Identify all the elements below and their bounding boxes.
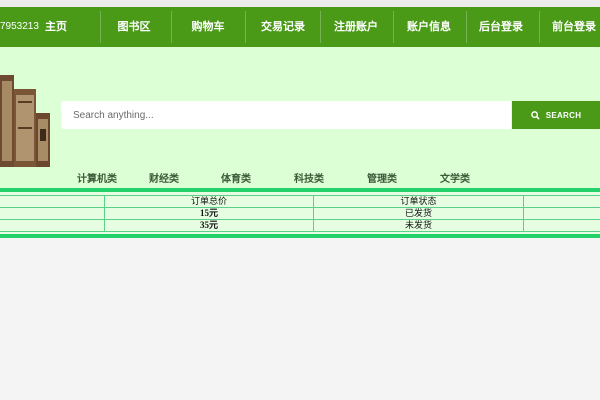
nav-divider	[393, 11, 394, 43]
search-button-label: SEARCH	[545, 110, 582, 120]
order-status: 已发货	[313, 207, 524, 220]
nav-register[interactable]: 注册账户	[322, 7, 390, 47]
nav-orders[interactable]: 交易记录	[247, 7, 319, 47]
table-header-row: 订单总价 订单状态	[0, 195, 600, 208]
nav-books[interactable]: 图书区	[102, 7, 166, 47]
search-icon	[530, 110, 540, 120]
orders-table-area: 订单总价 订单状态 15元 已发货 35元 未发货	[0, 192, 600, 234]
table-header-status: 订单状态	[313, 195, 524, 208]
order-status: 未发货	[313, 219, 524, 232]
nav-divider	[245, 11, 246, 43]
category-finance[interactable]: 财经类	[149, 170, 179, 185]
table-row: 15元 已发货	[0, 207, 600, 220]
table-row: 35元 未发货	[0, 219, 600, 232]
category-technology[interactable]: 科技类	[294, 170, 324, 185]
category-literature[interactable]: 文学类	[440, 170, 470, 185]
nav-divider	[320, 11, 321, 43]
nav-divider	[466, 11, 467, 43]
main-navbar: 7953213 主页 图书区 购物车 交易记录 注册账户 账户信息 后台登录 前…	[0, 7, 600, 47]
order-total: 35元	[104, 219, 314, 232]
nav-home[interactable]: 主页	[34, 7, 78, 47]
search-input[interactable]	[61, 101, 511, 129]
table-cell	[523, 219, 600, 232]
nav-divider	[100, 11, 101, 43]
hero-banner: SEARCH 计算机类 财经类 体育类 科技类 管理类 文学类	[0, 47, 600, 188]
category-sports[interactable]: 体育类	[221, 170, 251, 185]
books-stack-image	[0, 75, 50, 167]
table-header-cell	[0, 195, 105, 208]
nav-divider	[539, 11, 540, 43]
category-management[interactable]: 管理类	[367, 170, 397, 185]
table-cell	[0, 219, 105, 232]
top-strip	[0, 0, 600, 7]
nav-admin-login[interactable]: 后台登录	[468, 7, 534, 47]
table-bottom-separator	[0, 234, 600, 238]
table-cell	[523, 207, 600, 220]
orders-table: 订单总价 订单状态 15元 已发货 35元 未发货	[0, 195, 600, 232]
table-cell	[0, 207, 105, 220]
table-header-total: 订单总价	[104, 195, 314, 208]
search-button[interactable]: SEARCH	[512, 101, 600, 129]
nav-cart[interactable]: 购物车	[173, 7, 243, 47]
nav-divider	[171, 11, 172, 43]
order-total: 15元	[104, 207, 314, 220]
table-header-cell	[523, 195, 600, 208]
nav-user-login[interactable]: 前台登录	[541, 7, 600, 47]
nav-account[interactable]: 账户信息	[395, 7, 463, 47]
category-computer[interactable]: 计算机类	[77, 170, 117, 185]
